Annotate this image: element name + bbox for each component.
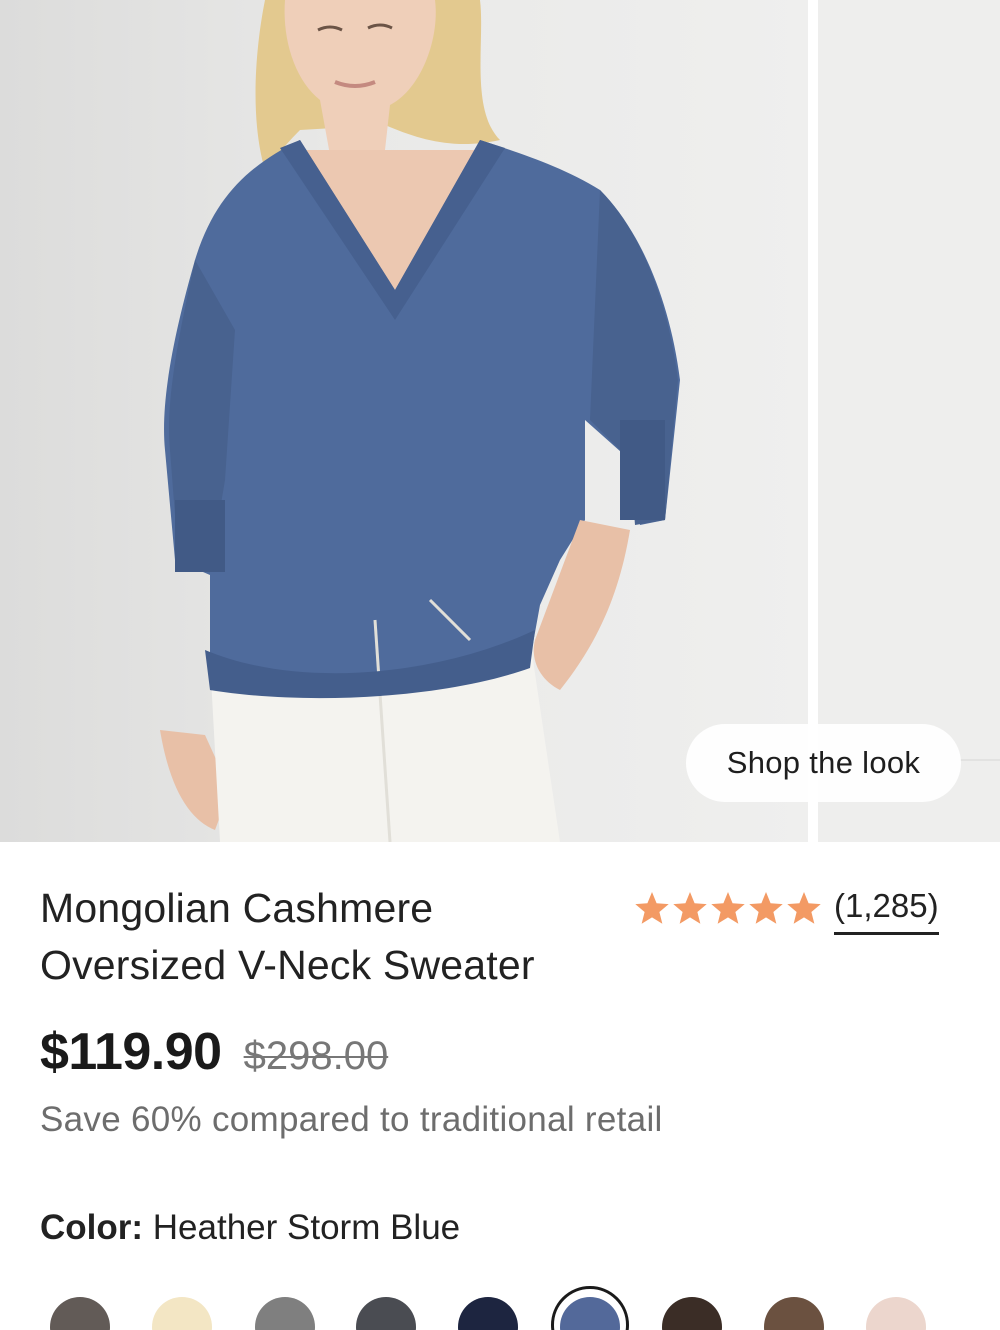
- product-photo-main[interactable]: [0, 0, 808, 842]
- swatch-cream[interactable]: [152, 1297, 212, 1330]
- swatch-charcoal[interactable]: [356, 1297, 416, 1330]
- star-icon: [787, 892, 821, 924]
- color-label: Color:: [40, 1208, 144, 1247]
- swatch-brown[interactable]: [764, 1297, 824, 1330]
- price-row: $119.90 $298.00: [40, 1022, 388, 1082]
- color-swatch-list: [0, 1282, 1000, 1330]
- review-count-link[interactable]: (1,285): [834, 886, 939, 935]
- color-value: Heather Storm Blue: [152, 1208, 461, 1247]
- sale-price: $119.90: [40, 1023, 222, 1081]
- product-image-carousel[interactable]: Shop the look: [0, 0, 1000, 842]
- star-icon: [711, 892, 745, 924]
- swatch-blush[interactable]: [866, 1297, 926, 1330]
- product-title: Mongolian Cashmere Oversized V-Neck Swea…: [40, 880, 620, 994]
- swatch-taupe[interactable]: [50, 1297, 110, 1330]
- swatch-navy[interactable]: [458, 1297, 518, 1330]
- rating-stars: [634, 892, 822, 926]
- product-title-line-1: Mongolian Cashmere: [40, 885, 434, 931]
- carousel-divider: [808, 0, 818, 842]
- star-icon: [749, 892, 783, 924]
- product-title-line-2: Oversized V-Neck Sweater: [40, 942, 535, 988]
- star-icon: [635, 892, 669, 924]
- swatch-grey[interactable]: [255, 1297, 315, 1330]
- swatch-espresso[interactable]: [662, 1297, 722, 1330]
- savings-note: Save 60% compared to traditional retail: [40, 1100, 663, 1139]
- original-price: $298.00: [243, 1034, 389, 1078]
- product-photo-next[interactable]: [818, 0, 1000, 842]
- shop-the-look-button[interactable]: Shop the look: [686, 724, 961, 802]
- selected-color: Color: Heather Storm Blue: [40, 1208, 460, 1248]
- star-icon: [673, 892, 707, 924]
- product-rating[interactable]: (1,285): [634, 886, 939, 938]
